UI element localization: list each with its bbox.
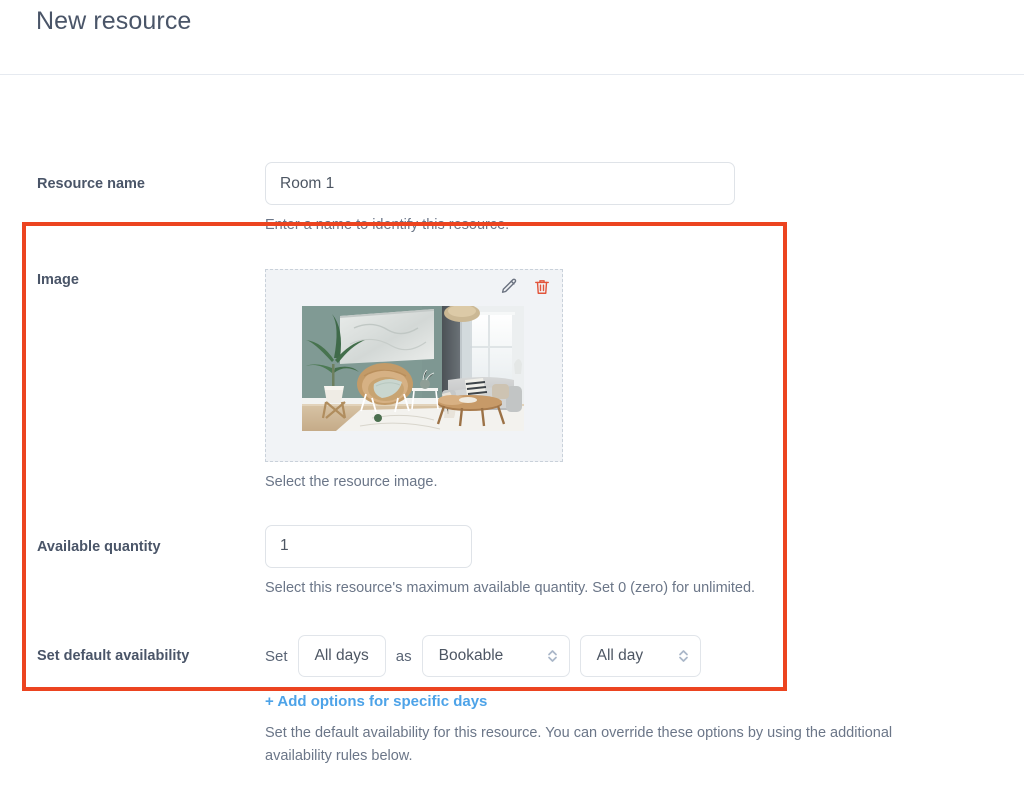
trash-icon[interactable]: [532, 277, 552, 297]
field-available-quantity: Available quantity Select this resource'…: [0, 524, 1024, 599]
time-selector-value: All day: [596, 647, 644, 665]
resource-form: Resource name Enter a name to identify t…: [0, 162, 1024, 767]
image-action-bar: [499, 277, 552, 297]
available-quantity-input[interactable]: [265, 524, 472, 568]
pencil-icon[interactable]: [499, 277, 519, 297]
field-image: Image Select the resource image.: [0, 269, 1024, 493]
time-selector[interactable]: All day: [579, 635, 701, 678]
image-label: Image: [37, 272, 79, 289]
page-header: New resource: [0, 0, 1024, 75]
resource-image-thumbnail: [302, 306, 524, 432]
available-quantity-help: Select this resource's maximum available…: [265, 579, 756, 596]
default-availability-label: Set default availability: [37, 648, 190, 665]
add-specific-days-link[interactable]: + Add options for specific days: [265, 693, 487, 710]
days-selector-value: All days: [314, 647, 369, 665]
field-resource-name: Resource name Enter a name to identify t…: [0, 162, 1024, 236]
image-help: Select the resource image.: [265, 474, 438, 491]
available-quantity-label: Available quantity: [37, 538, 161, 555]
page-title: New resource: [36, 7, 192, 35]
as-word: as: [395, 647, 412, 665]
set-word: Set: [265, 647, 288, 665]
status-selector-value: Bookable: [438, 647, 504, 665]
resource-name-input[interactable]: [265, 162, 735, 205]
field-default-availability: Set default availability Set All days as…: [0, 635, 1024, 767]
resource-name-help: Enter a name to identify this resource.: [265, 217, 510, 233]
image-dropzone[interactable]: [265, 269, 563, 463]
status-selector[interactable]: Bookable: [421, 635, 570, 678]
resource-name-label: Resource name: [37, 176, 145, 192]
default-availability-controls: Set All days as Bookable All day: [265, 635, 1024, 678]
chevron-updown-icon: [677, 646, 690, 666]
default-availability-help: Set the default availability for this re…: [265, 725, 893, 764]
chevron-updown-icon: [546, 646, 559, 666]
days-selector[interactable]: All days: [297, 635, 386, 678]
